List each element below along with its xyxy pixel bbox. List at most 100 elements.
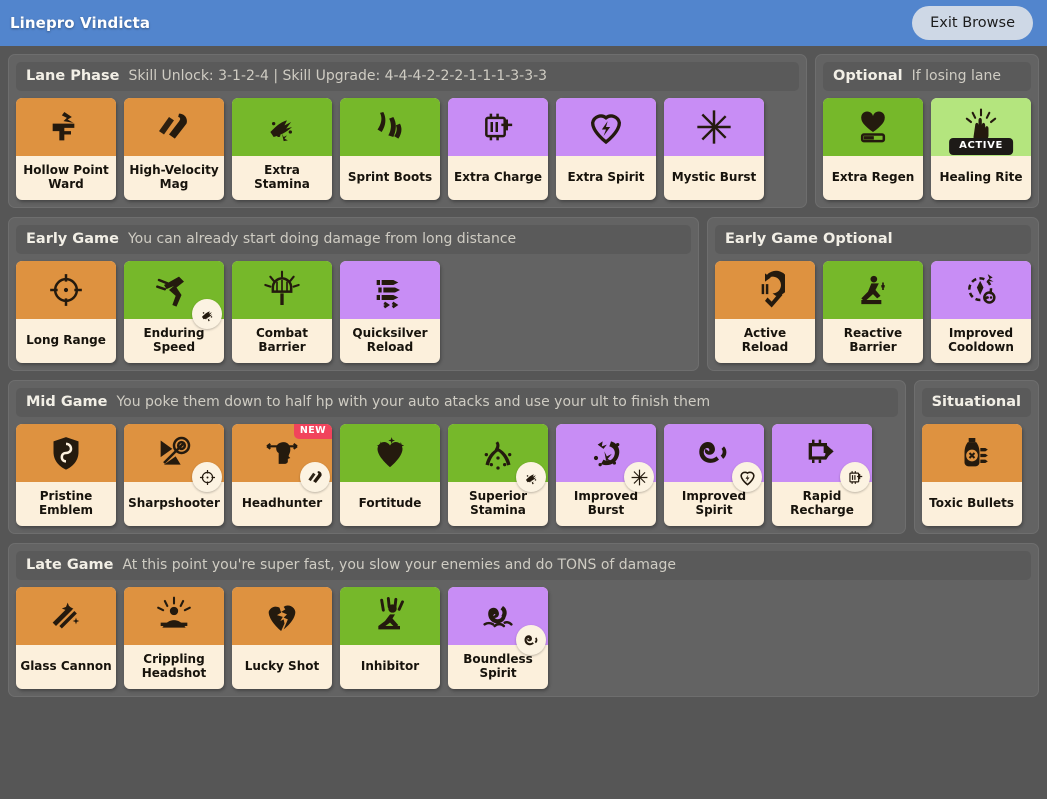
item-card-improved-cooldown[interactable]: Improved Cooldown bbox=[931, 261, 1031, 363]
title-bar: Linepro Vindicta Exit Browse bbox=[0, 0, 1047, 46]
prerequisite-badge-extra-spirit bbox=[732, 462, 762, 492]
section-row-3: Mid Game You poke them down to half hp wi… bbox=[8, 380, 1039, 534]
superior-stamina-icon bbox=[448, 424, 548, 492]
item-card-label: Healing Rite bbox=[939, 169, 1023, 184]
section-title: Situational bbox=[931, 394, 1021, 410]
healing-rite-icon: ACTIVE bbox=[931, 98, 1031, 156]
item-card-extra-stamina[interactable]: Extra Stamina bbox=[232, 98, 332, 200]
glass-cannon-icon bbox=[16, 587, 116, 645]
item-card-label: Active Reload bbox=[741, 325, 789, 354]
prerequisite-badge-high-velocity-mag bbox=[300, 462, 330, 492]
section-card-list: Hollow Point Ward High-Velocity Mag Extra … bbox=[16, 98, 799, 200]
section-subtitle: At this point you're super fast, you slo… bbox=[122, 557, 676, 573]
section-late-game: Late Game At this point you're super fast… bbox=[8, 543, 1039, 697]
item-card-high-velocity-mag[interactable]: High-Velocity Mag bbox=[124, 98, 224, 200]
item-card-label: Improved Cooldown bbox=[948, 325, 1014, 354]
high-velocity-mag-icon bbox=[124, 98, 224, 156]
item-card-improved-spirit[interactable]: Improved Spirit bbox=[664, 424, 764, 526]
extra-charge-icon bbox=[448, 98, 548, 156]
item-card-label: Long Range bbox=[26, 332, 106, 347]
section-card-list: Glass Cannon Crippling Headshot Lucky Shot… bbox=[16, 587, 1031, 689]
section-title: Late Game bbox=[26, 557, 114, 573]
extra-stamina-icon bbox=[232, 98, 332, 156]
item-card-boundless-spirit[interactable]: Boundless Spirit bbox=[448, 587, 548, 689]
section-card-list: Toxic Bullets bbox=[921, 424, 1031, 526]
item-card-toxic-bullets[interactable]: Toxic Bullets bbox=[921, 424, 1022, 526]
rapid-recharge-icon bbox=[772, 424, 872, 492]
exit-browse-button[interactable]: Exit Browse bbox=[912, 5, 1033, 41]
active-badge: ACTIVE bbox=[949, 138, 1013, 155]
item-card-label: Reactive Barrier bbox=[843, 325, 903, 354]
item-card-label: Hollow Point Ward bbox=[23, 162, 109, 191]
item-card-label: Extra Stamina bbox=[254, 162, 310, 191]
sharpshooter-icon bbox=[124, 424, 224, 492]
prerequisite-badge-mystic-burst bbox=[624, 462, 654, 492]
item-card-label: Quicksilver Reload bbox=[352, 325, 428, 354]
long-range-icon bbox=[16, 261, 116, 319]
section-row-4: Late Game At this point you're super fast… bbox=[8, 543, 1039, 697]
build-sections: Lane Phase Skill Unlock: 3-1-2-4 | Skill … bbox=[0, 46, 1047, 799]
improved-spirit-icon bbox=[664, 424, 764, 492]
section-title: Early Game bbox=[26, 231, 119, 247]
item-card-active-reload[interactable]: Active Reload bbox=[715, 261, 815, 363]
section-header: Lane Phase Skill Unlock: 3-1-2-4 | Skill … bbox=[16, 62, 799, 91]
extra-spirit-icon bbox=[556, 98, 656, 156]
item-card-label: Toxic Bullets bbox=[929, 495, 1015, 510]
sprint-boots-icon bbox=[340, 98, 440, 156]
item-card-hollow-point-ward[interactable]: Hollow Point Ward bbox=[16, 98, 116, 200]
section-optional: Optional If losing lane Extra Regen ACTIVE H… bbox=[815, 54, 1039, 208]
prerequisite-badge-extra-stamina bbox=[192, 299, 222, 329]
item-card-sharpshooter[interactable]: Sharpshooter bbox=[124, 424, 224, 526]
section-header: Situational bbox=[921, 388, 1031, 417]
item-card-label: Fortitude bbox=[358, 495, 422, 510]
item-card-lucky-shot[interactable]: Lucky Shot bbox=[232, 587, 332, 689]
item-card-pristine-emblem[interactable]: Pristine Emblem bbox=[16, 424, 116, 526]
section-lane-phase: Lane Phase Skill Unlock: 3-1-2-4 | Skill … bbox=[8, 54, 807, 208]
item-card-mystic-burst[interactable]: Mystic Burst bbox=[664, 98, 764, 200]
item-card-reactive-barrier[interactable]: Reactive Barrier bbox=[823, 261, 923, 363]
lucky-shot-icon bbox=[232, 587, 332, 645]
toxic-bullets-icon bbox=[921, 424, 1022, 482]
item-card-sprint-boots[interactable]: Sprint Boots bbox=[340, 98, 440, 200]
item-card-rapid-recharge[interactable]: Rapid Recharge bbox=[772, 424, 872, 526]
item-card-label: Sprint Boots bbox=[347, 169, 433, 184]
section-early-game-optional: Early Game Optional Active Reload Reactive… bbox=[707, 217, 1039, 371]
item-card-healing-rite[interactable]: ACTIVE Healing Rite bbox=[931, 98, 1031, 200]
item-card-extra-regen[interactable]: Extra Regen bbox=[823, 98, 923, 200]
section-subtitle: You can already start doing damage from … bbox=[127, 231, 517, 247]
item-card-label: Lucky Shot bbox=[244, 658, 320, 673]
section-header: Late Game At this point you're super fast… bbox=[16, 551, 1031, 580]
new-ribbon: NEW bbox=[293, 424, 332, 439]
item-card-headhunter[interactable]: NEW Headhunter bbox=[232, 424, 332, 526]
item-card-quicksilver-reload[interactable]: Quicksilver Reload bbox=[340, 261, 440, 363]
item-card-long-range[interactable]: Long Range bbox=[16, 261, 116, 363]
item-card-label: Inhibitor bbox=[360, 658, 420, 673]
item-card-combat-barrier[interactable]: Combat Barrier bbox=[232, 261, 332, 363]
item-card-label: Combat Barrier bbox=[256, 325, 308, 354]
item-card-superior-stamina[interactable]: Superior Stamina bbox=[448, 424, 548, 526]
section-subtitle: If losing lane bbox=[911, 68, 1001, 84]
prerequisite-badge-long-range bbox=[192, 462, 222, 492]
section-title: Mid Game bbox=[26, 394, 108, 410]
item-card-label: Extra Charge bbox=[454, 169, 542, 184]
combat-barrier-icon bbox=[232, 261, 332, 319]
item-card-glass-cannon[interactable]: Glass Cannon bbox=[16, 587, 116, 689]
item-card-extra-charge[interactable]: Extra Charge bbox=[448, 98, 548, 200]
item-card-label: Glass Cannon bbox=[20, 658, 112, 673]
item-card-inhibitor[interactable]: Inhibitor bbox=[340, 587, 440, 689]
item-card-label: High-Velocity Mag bbox=[129, 162, 219, 191]
improved-cooldown-icon bbox=[931, 261, 1031, 319]
section-subtitle: You poke them down to half hp with your … bbox=[116, 394, 711, 410]
build-title: Linepro Vindicta bbox=[10, 14, 151, 32]
item-card-enduring-speed[interactable]: Enduring Speed bbox=[124, 261, 224, 363]
section-card-list: Long Range Enduring Speed Combat Barrier Qu… bbox=[16, 261, 691, 363]
section-early-game: Early Game You can already start doing da… bbox=[8, 217, 699, 371]
item-card-crippling-headshot[interactable]: Crippling Headshot bbox=[124, 587, 224, 689]
item-card-fortitude[interactable]: Fortitude bbox=[340, 424, 440, 526]
quicksilver-reload-icon bbox=[340, 261, 440, 319]
headhunter-icon: NEW bbox=[232, 424, 332, 492]
item-card-improved-burst[interactable]: Improved Burst bbox=[556, 424, 656, 526]
section-situational: Situational Toxic Bullets bbox=[913, 380, 1039, 534]
boundless-spirit-icon bbox=[448, 587, 548, 655]
item-card-extra-spirit[interactable]: Extra Spirit bbox=[556, 98, 656, 200]
